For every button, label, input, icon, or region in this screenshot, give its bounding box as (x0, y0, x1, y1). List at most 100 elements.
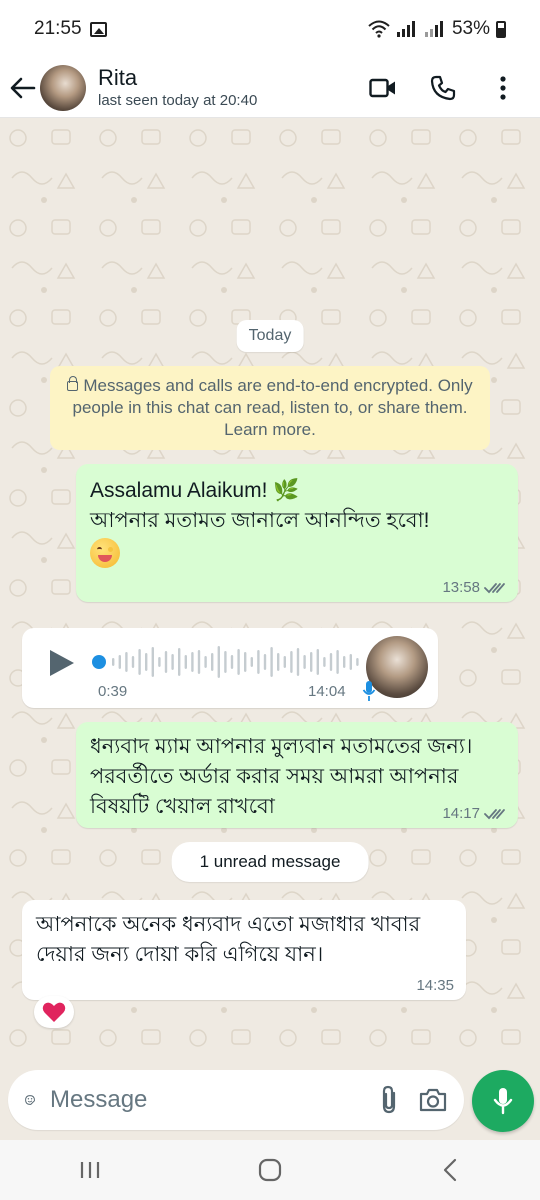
waveform-bar (145, 653, 148, 671)
waveform-bar (211, 653, 214, 671)
waveform-bar (125, 652, 128, 672)
battery-percent: 53% (451, 18, 490, 39)
play-icon[interactable] (48, 648, 76, 678)
message-text-line: Assalamu Alaikum! 🌿 (90, 479, 300, 502)
heart-icon (42, 1002, 66, 1022)
waveform-bar (270, 647, 273, 677)
waveform-bar (277, 653, 280, 671)
video-call-button[interactable] (368, 73, 398, 103)
waveform-bar (323, 657, 326, 667)
waveform-bar (343, 656, 346, 668)
chat-header: Rita last seen today at 20:40 (0, 58, 540, 118)
waveform-bar (316, 649, 319, 675)
waveform-bar (151, 647, 154, 677)
unread-messages-chip: 1 unread message (171, 842, 369, 882)
double-check-icon (484, 808, 505, 819)
waveform-bar (349, 654, 352, 670)
waveform-bar (112, 658, 115, 666)
status-time: 21:55 (34, 18, 82, 39)
waveform-bar (191, 652, 194, 672)
waveform-bar (230, 655, 234, 669)
waveform-bar (356, 658, 359, 666)
message-composer (0, 1068, 540, 1140)
message-meta: 13:58 (442, 579, 506, 596)
waveform-bar (204, 656, 207, 668)
waveform-bar (244, 652, 247, 672)
message-input[interactable] (50, 1086, 360, 1114)
status-bar: 21:55 53% (0, 0, 540, 58)
arrow-left-icon (10, 77, 36, 98)
date-chip: Today (236, 320, 304, 352)
double-check-icon (484, 582, 505, 593)
waveform-bar (171, 654, 174, 670)
waveform-bar (217, 646, 220, 678)
voice-waveform[interactable] (92, 644, 366, 680)
system-back-button[interactable] (420, 1150, 480, 1190)
home-button[interactable] (240, 1150, 300, 1190)
camera-button[interactable] (418, 1085, 448, 1115)
waveform-bar (290, 651, 293, 673)
contact-last-seen: last seen today at 20:40 (98, 91, 258, 109)
waveform-bar (329, 653, 333, 671)
more-options-button[interactable] (488, 73, 518, 103)
battery-icon (496, 20, 506, 38)
microphone-icon (493, 1088, 513, 1115)
message-time: 14:35 (416, 977, 454, 994)
recent-apps-button[interactable] (60, 1150, 120, 1190)
voice-duration: 0:39 (98, 683, 128, 700)
message-meta: 14:17 (442, 805, 506, 822)
message-input-box[interactable] (8, 1070, 464, 1130)
signal-icon (396, 21, 415, 37)
wifi-icon (368, 20, 390, 38)
recents-icon (80, 1162, 100, 1178)
contact-info[interactable]: Rita last seen today at 20:40 (98, 65, 257, 111)
contact-name: Rita (98, 64, 138, 90)
encryption-notice[interactable]: Messages and calls are end-to-end encryp… (50, 366, 490, 450)
waveform-bar (257, 650, 260, 674)
message-text: আপনাকে অনেক ধন্যবাদ এতো মজাধার খাবার দেয… (36, 913, 421, 966)
contact-avatar[interactable] (40, 64, 86, 111)
waveform-bar (184, 655, 187, 669)
waveform-bar (336, 650, 339, 674)
encryption-notice-text: Messages and calls are end-to-end encryp… (72, 376, 473, 439)
sticker-icon[interactable] (24, 1085, 36, 1115)
message-bubble-outgoing[interactable]: ধন্যবাদ ম্যাম আপনার মুল্যবান মতামতের জন্… (76, 722, 518, 828)
waveform-bar (178, 648, 181, 676)
message-time: 13:58 (442, 579, 480, 596)
message-time: 14:04 (308, 683, 346, 700)
message-bubble-incoming[interactable]: আপনাকে অনেক ধন্যবাদ এতো মজাধার খাবার দেয… (22, 900, 466, 1000)
message-bubble-outgoing[interactable]: Assalamu Alaikum! 🌿 আপনার মতামত জানালে আ… (76, 464, 518, 602)
mic-icon (362, 681, 376, 701)
video-camera-icon (369, 78, 395, 97)
playback-position-dot[interactable] (92, 655, 106, 669)
waveform-bar (296, 648, 300, 676)
face-savoring-food-emoji (90, 538, 120, 568)
camera-icon (419, 1088, 447, 1112)
phone-icon (430, 75, 456, 100)
message-text-line: আপনার মতামত জানালে আনন্দিত হবো! (90, 509, 430, 532)
chevron-left-icon (443, 1158, 457, 1182)
chat-area[interactable]: Today Messages and calls are end-to-end … (0, 118, 540, 1068)
waveform-bar (118, 655, 121, 669)
voice-message-bubble[interactable]: 0:39 14:04 (22, 628, 438, 708)
message-reaction[interactable] (34, 996, 74, 1028)
system-nav-bar (0, 1140, 540, 1200)
waveform-bar (197, 650, 201, 674)
voice-call-button[interactable] (428, 73, 458, 103)
home-icon (258, 1158, 282, 1182)
waveform-bar (164, 651, 168, 673)
waveform-bar (138, 649, 141, 675)
attach-button[interactable] (380, 1085, 398, 1115)
paperclip-icon (382, 1085, 396, 1114)
waveform-bar (263, 654, 267, 670)
message-time: 14:17 (442, 805, 480, 822)
waveform-bar (158, 657, 161, 667)
voice-record-button[interactable] (472, 1070, 534, 1132)
message-meta: 14:35 (416, 977, 454, 994)
back-button[interactable] (10, 75, 36, 101)
waveform-bar (131, 656, 135, 668)
waveform-bar (303, 655, 306, 669)
lock-icon (67, 376, 79, 391)
waveform-bar (283, 656, 286, 668)
more-vertical-icon (500, 75, 506, 100)
